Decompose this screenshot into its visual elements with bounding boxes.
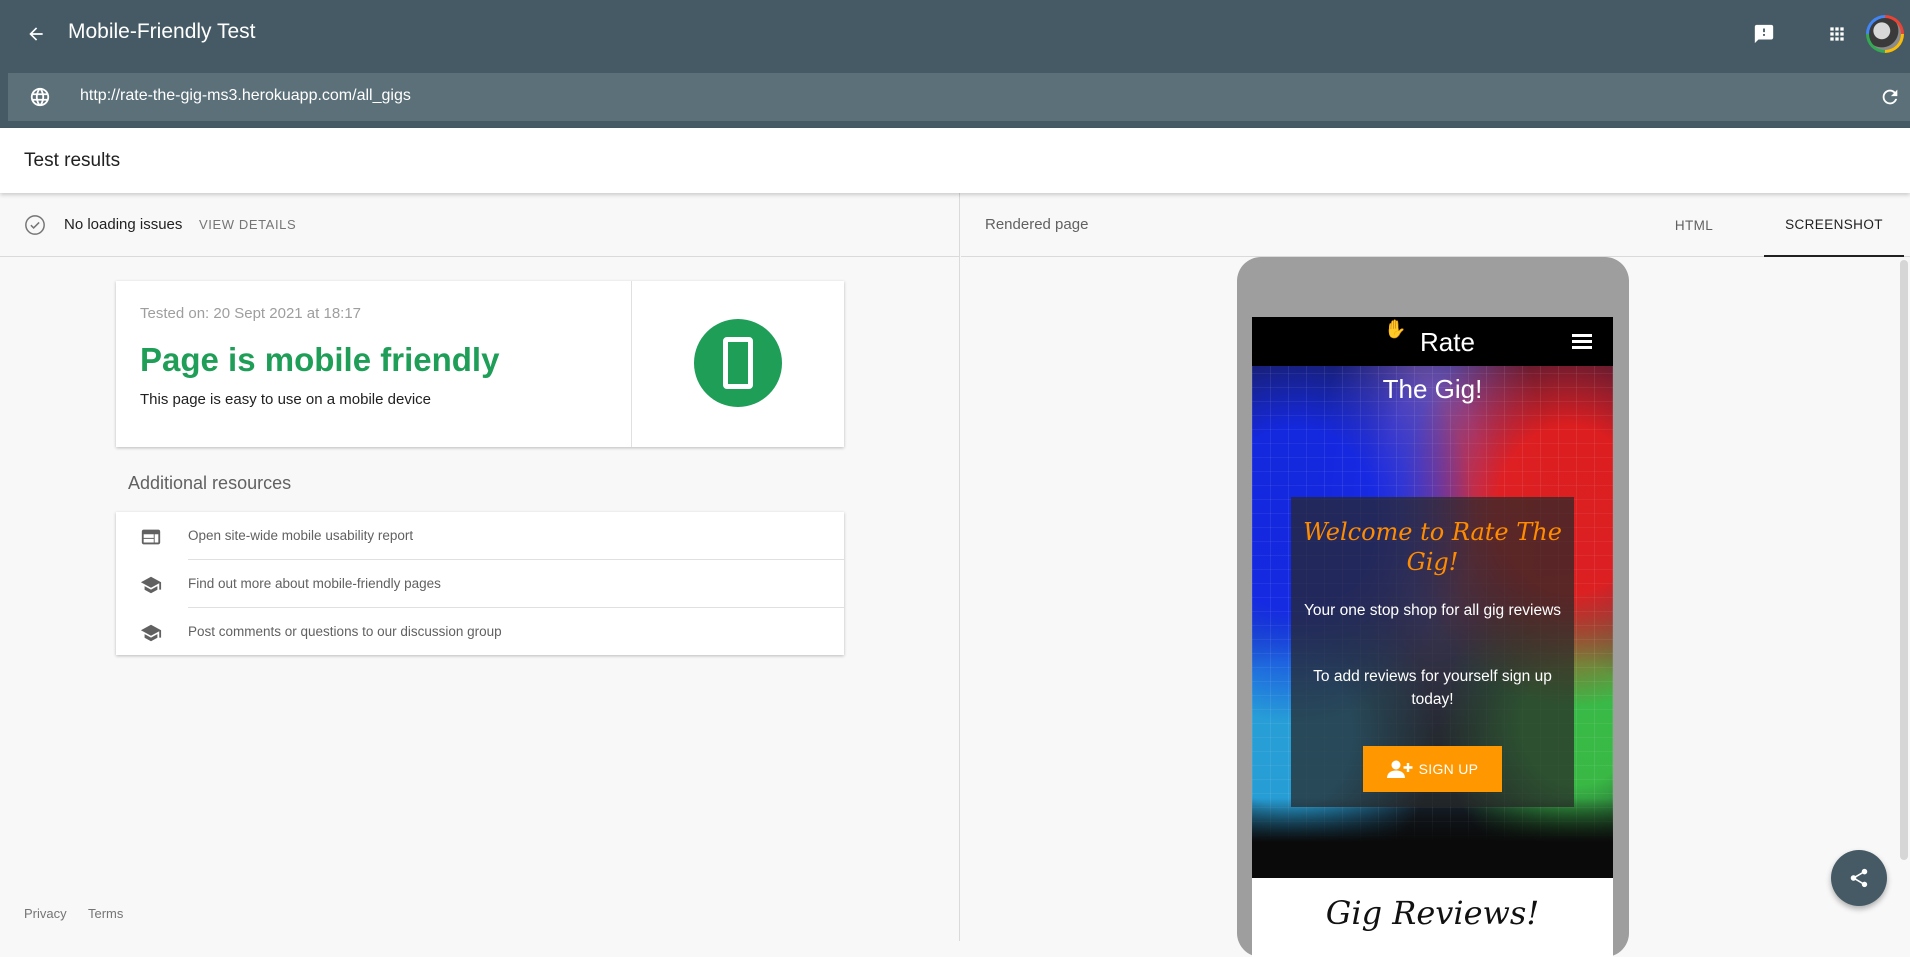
mobile-navbar: ✋ Rate	[1252, 317, 1613, 366]
gig-reviews-heading: Gig Reviews!	[1325, 894, 1540, 932]
verdict-description: This page is easy to use on a mobile dev…	[140, 391, 431, 408]
web-icon	[141, 529, 161, 545]
left-panel: No loading issues VIEW DETAILS Tested on…	[0, 193, 960, 941]
resources-list: Open site-wide mobile usability report F…	[116, 512, 844, 655]
signup-button: SIGN UP	[1363, 746, 1502, 792]
apps-grid-icon	[1830, 27, 1844, 41]
check-circle-icon	[25, 215, 45, 235]
resource-mobile-friendly-info[interactable]: Find out more about mobile-friendly page…	[116, 560, 844, 608]
terms-link[interactable]: Terms	[88, 906, 123, 921]
additional-resources-title: Additional resources	[128, 473, 292, 493]
hand-icon: ✋	[1384, 319, 1407, 339]
mobile-hero: The Gig! Welcome to Rate The Gig! Your o…	[1252, 366, 1613, 878]
arrow-back-icon	[29, 27, 43, 41]
url-input[interactable]: http://rate-the-gig-ms3.herokuapp.com/al…	[80, 87, 411, 105]
card-divider	[631, 281, 632, 447]
share-button[interactable]	[1831, 850, 1887, 906]
share-icon	[1850, 868, 1868, 888]
resource-discussion-group[interactable]: Post comments or questions to our discus…	[116, 608, 844, 656]
scrollbar[interactable]	[1900, 260, 1908, 860]
loading-status-text: No loading issues	[64, 216, 183, 233]
tab-html[interactable]: HTML	[1661, 193, 1727, 257]
mobile-brand: Rate	[1420, 327, 1475, 357]
back-button[interactable]	[20, 18, 52, 50]
crowd-silhouette	[1252, 798, 1613, 878]
reload-button[interactable]	[1876, 83, 1904, 111]
mobile-brand-line2: The Gig!	[1382, 374, 1483, 404]
verdict-heading: Page is mobile friendly	[140, 341, 500, 378]
person-add-icon	[1386, 760, 1413, 778]
results-title: Test results	[24, 150, 121, 171]
refresh-icon	[1882, 89, 1898, 105]
phone-screen: ✋ Rate The Gig! Welcome to Rate The Gig!…	[1252, 317, 1613, 957]
app-bar-row: Mobile-Friendly Test	[0, 0, 1910, 68]
phone-shape	[723, 337, 753, 389]
tab-screenshot[interactable]: SCREENSHOT	[1764, 193, 1904, 257]
resource-usability-report[interactable]: Open site-wide mobile usability report	[116, 512, 844, 560]
privacy-link[interactable]: Privacy	[24, 906, 67, 921]
hamburger-menu-icon	[1572, 334, 1592, 350]
signup-label: SIGN UP	[1418, 761, 1479, 777]
loading-status-row: No loading issues VIEW DETAILS	[0, 193, 960, 257]
result-card: Tested on: 20 Sept 2021 at 18:17 Page is…	[116, 281, 844, 447]
view-details-button[interactable]: VIEW DETAILS	[199, 217, 296, 232]
app-bar: Mobile-Friendly Test http://rate-the-gig…	[0, 0, 1910, 128]
school-icon	[140, 576, 162, 594]
results-header: Test results	[0, 128, 1910, 193]
phone-frame: ✋ Rate The Gig! Welcome to Rate The Gig!…	[1237, 257, 1629, 957]
welcome-heading: Welcome to Rate The Gig!	[1303, 518, 1562, 576]
avatar-image	[1869, 18, 1901, 50]
resource-label: Post comments or questions to our discus…	[188, 624, 502, 639]
globe-icon	[26, 83, 54, 111]
welcome-text: Your one stop shop for all gig reviews	[1303, 602, 1562, 619]
resource-label: Find out more about mobile-friendly page…	[188, 576, 441, 591]
url-bar: http://rate-the-gig-ms3.herokuapp.com/al…	[8, 73, 1910, 121]
feedback-button[interactable]	[1748, 18, 1780, 50]
resource-label: Open site-wide mobile usability report	[188, 528, 414, 543]
app-title: Mobile-Friendly Test	[68, 20, 256, 43]
signup-prompt: To add reviews for yourself sign up toda…	[1313, 668, 1552, 708]
school-icon	[140, 624, 162, 642]
apps-button[interactable]	[1821, 18, 1853, 50]
tested-on-date: Tested on: 20 Sept 2021 at 18:17	[140, 305, 362, 322]
account-avatar[interactable]	[1866, 15, 1904, 53]
welcome-box: Welcome to Rate The Gig! Your one stop s…	[1291, 497, 1574, 807]
mobile-phone-icon	[694, 319, 782, 407]
feedback-icon	[1754, 24, 1774, 44]
rendered-page-header: Rendered page HTML SCREENSHOT	[961, 193, 1910, 257]
rendered-page-title: Rendered page	[985, 216, 1089, 233]
